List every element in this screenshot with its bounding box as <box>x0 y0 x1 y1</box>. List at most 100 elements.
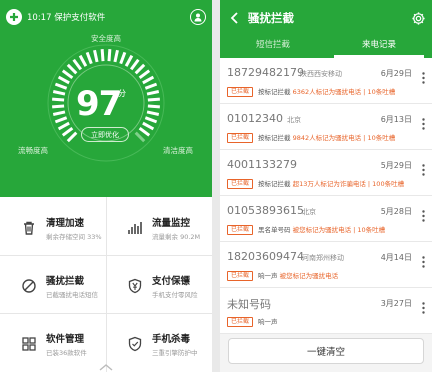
back-arrow-icon[interactable] <box>228 11 242 25</box>
status-badge: 已拦截 <box>227 225 254 235</box>
trash-icon <box>20 219 38 237</box>
tile-sub: 已截骚扰电话短信 <box>46 291 98 299</box>
gauge-tick <box>134 131 146 143</box>
tile-payment[interactable]: 支付保镖 手机支付零风险 <box>106 260 212 312</box>
more-icon[interactable] <box>422 256 425 268</box>
score-unit: 分 <box>118 89 126 98</box>
tile-sub: 三重引擎防护中 <box>152 349 198 357</box>
more-icon[interactable] <box>422 210 425 222</box>
more-icon[interactable] <box>422 164 425 176</box>
plus-icon <box>10 13 18 21</box>
status-badge: 已拦截 <box>227 271 254 281</box>
tile-traffic[interactable]: 流量监控 流量剩余 90.2M <box>106 202 212 254</box>
tab-bar: 短信拦截 来电记录 <box>220 36 432 58</box>
phone-number: 未知号码 <box>227 298 271 311</box>
tile-antivirus[interactable]: 手机杀毒三重引擎防护中 <box>106 318 212 370</box>
more-icon[interactable] <box>422 118 425 130</box>
gauge-tick <box>146 90 160 96</box>
tile-cleanup[interactable]: 清理加速剩余存储空间 33% <box>0 202 106 254</box>
gauge-tick <box>146 110 160 116</box>
status-badge: 已拦截 <box>227 317 254 327</box>
gauge-tick <box>93 49 99 63</box>
gauge-tick <box>52 90 66 96</box>
gauge-tick <box>85 51 93 65</box>
score-value: 97 <box>76 84 122 124</box>
phone-number: 18729482179 <box>227 66 304 79</box>
clear-all-button[interactable]: 一键清空 <box>228 338 424 364</box>
tab-calls[interactable]: 来电记录 <box>326 36 432 58</box>
screenshot-root: 10:17 保护支付软件 安全度高 流畅度高 清洁度高 97 分 立即优化 清理… <box>0 0 432 372</box>
location: 河南郑州移动 <box>302 254 344 262</box>
gauge-tick <box>54 116 68 124</box>
gauge-tick <box>52 104 65 109</box>
tile-block[interactable]: 骚扰拦截已截骚扰电话短信 <box>0 260 106 312</box>
gauge-tick <box>54 82 68 90</box>
gauge-tick <box>57 75 70 85</box>
gauge-tick <box>61 69 74 80</box>
list-item[interactable]: 18203609474 河南郑州移动 4月14日 已拦截 响一声 被您标记为骚扰… <box>220 242 432 288</box>
list-item[interactable]: 01053893615 北京 5月28日 已拦截 黑名单号码 被您标记为骚扰电话… <box>220 196 432 242</box>
tile-title: 手机杀毒 <box>152 334 191 345</box>
page-title: 骚扰拦截 <box>248 11 294 25</box>
gauge-tick <box>107 49 112 62</box>
gauge-tick <box>144 116 158 124</box>
optimize-button[interactable]: 立即优化 <box>81 127 129 142</box>
gauge-tick <box>72 58 83 71</box>
gauge-tick <box>119 51 127 65</box>
phone-number: 01053893615 <box>227 204 304 217</box>
chevron-up-icon[interactable] <box>96 362 116 372</box>
tile-title: 清理加速 <box>46 218 85 229</box>
location: 北京 <box>287 116 301 124</box>
apps-grid-icon <box>20 335 38 353</box>
gauge-top-label: 安全度高 <box>91 34 121 43</box>
gauge-tick <box>147 97 160 102</box>
call-record-list: 18729482179 陕西西安移动 6月29日 已拦截 按标记拦截 6362人… <box>220 58 432 334</box>
gauge-tick <box>124 54 134 67</box>
profile-button[interactable] <box>190 9 206 25</box>
record-desc: 响一声 被您标记为骚扰电话 <box>258 272 339 280</box>
block-header: 骚扰拦截 <box>220 0 432 36</box>
panel-divider <box>212 0 220 372</box>
block-icon <box>20 277 38 295</box>
tab-sms[interactable]: 短信拦截 <box>220 36 326 58</box>
record-desc: 按标记拦截 超13万人标记为诈骗电话 | 100条吐槽 <box>258 180 405 188</box>
shield-icon <box>126 335 144 353</box>
feature-grid: 清理加速剩余存储空间 33% 流量监控 流量剩余 90.2M 骚扰拦截已截骚扰电话… <box>0 197 212 372</box>
gauge-tick <box>138 69 151 80</box>
gauge-left-label: 流畅度高 <box>18 146 48 155</box>
record-desc: 响一声 <box>258 318 278 326</box>
gauge-tick <box>142 75 155 85</box>
record-date: 5月28日 <box>380 207 412 216</box>
location: 陕西西安移动 <box>300 70 342 78</box>
more-icon[interactable] <box>422 302 425 314</box>
gauge-tick <box>78 54 88 67</box>
list-item[interactable]: 01012340 北京 6月13日 已拦截 按标记拦截 9842人标记为骚扰电话… <box>220 104 432 150</box>
list-item[interactable]: 4001133279 5月29日 已拦截 按标记拦截 超13万人标记为诈骗电话 … <box>220 150 432 196</box>
yen-shield-icon <box>126 277 144 295</box>
phone-number: 18203609474 <box>227 250 304 263</box>
more-icon[interactable] <box>422 72 425 84</box>
tile-sub: 已装36款软件 <box>46 349 87 357</box>
status-text: 10:17 保护支付软件 <box>27 13 106 23</box>
gauge-tick <box>57 121 70 131</box>
tile-title: 支付保镖 <box>152 276 191 287</box>
phone-number: 01012340 <box>227 112 283 125</box>
status-badge: 已拦截 <box>227 133 254 143</box>
tile-apps[interactable]: 软件管理 已装36款软件 <box>0 318 106 370</box>
list-item[interactable]: 未知号码 3月27日 已拦截 响一声 <box>220 288 432 334</box>
gauge-tick <box>129 58 140 71</box>
gauge-tick <box>100 49 105 62</box>
list-item[interactable]: 18729482179 陕西西安移动 6月29日 已拦截 按标记拦截 6362人… <box>220 58 432 104</box>
main-screen: 10:17 保护支付软件 安全度高 流畅度高 清洁度高 97 分 立即优化 清理… <box>0 0 212 372</box>
signal-bars-icon <box>126 219 144 237</box>
gear-icon[interactable] <box>411 11 426 26</box>
gauge-tick <box>142 121 155 131</box>
gauge-tick <box>144 82 158 90</box>
tile-sub: 剩余存储空间 33% <box>46 233 102 241</box>
location: 北京 <box>302 208 316 216</box>
record-desc: 按标记拦截 6362人标记为骚扰电话 | 10条吐槽 <box>258 88 396 96</box>
tile-title: 骚扰拦截 <box>46 276 85 287</box>
status-bar: 10:17 保护支付软件 <box>6 8 206 26</box>
gauge-tick <box>134 63 146 75</box>
gauge-tick <box>113 49 119 63</box>
